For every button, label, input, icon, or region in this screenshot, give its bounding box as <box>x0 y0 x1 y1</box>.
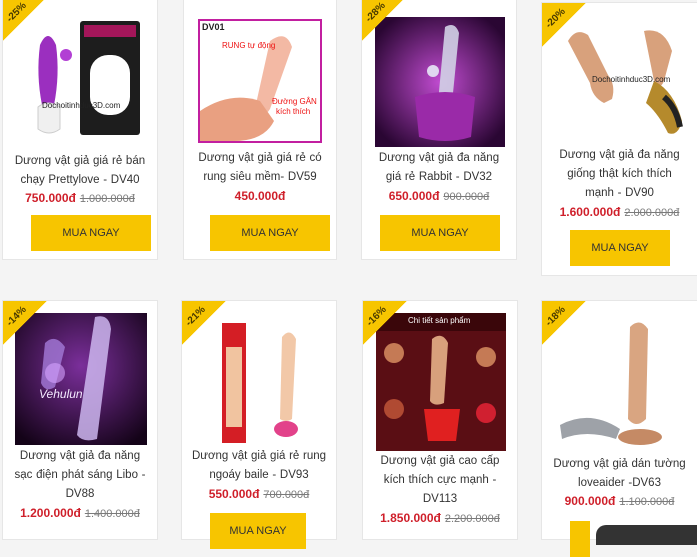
image-caption: RUNG tự động <box>222 41 276 50</box>
buy-now-button[interactable]: MUA NGAY <box>570 230 670 266</box>
image-code: DV01 <box>202 22 225 32</box>
product-title[interactable]: Dương vật giả dán tường loveaider -DV63 <box>550 455 689 493</box>
product-price: 1.600.000đ 2.000.000đ <box>542 205 697 219</box>
old-price: 2.200.000đ <box>444 513 500 525</box>
product-price: 550.000đ 700.000đ <box>182 487 336 501</box>
old-price: 1.000.000đ <box>79 193 135 205</box>
product-title[interactable]: Dương vật giả giá rẻ có rung siêu mềm- D… <box>192 149 328 187</box>
discount-badge: -14% <box>3 301 47 345</box>
current-price: 750.000đ <box>25 191 76 205</box>
product-card[interactable]: -28% Dương vật giả đa năng giá rẻ Rabbit… <box>361 0 517 260</box>
old-price: 1.100.000đ <box>619 496 675 508</box>
product-card[interactable]: -21% Dương vật giả giá rẻ rung ngoáy bai… <box>181 300 337 549</box>
product-title[interactable]: Dương vật giả cao cấp kích thích cực mạn… <box>371 452 509 509</box>
image-watermark: Vehulun <box>39 387 83 401</box>
old-price: 900.000đ <box>443 191 490 203</box>
product-card[interactable]: -18% Dương vật giả dán tường loveaider -… <box>541 300 697 557</box>
current-price: 1.850.000đ <box>380 511 441 525</box>
product-price: 750.000đ 1.000.000đ <box>3 191 157 205</box>
product-card[interactable]: DV01 RUNG tự động Đường GÂN kích thích D… <box>183 0 337 260</box>
product-price: 650.000đ 900.000đ <box>362 189 516 203</box>
product-price: 1.200.000đ 1.400.000đ <box>3 506 157 520</box>
current-price: 650.000đ <box>388 189 440 203</box>
product-card[interactable]: -25% Dochoitinhduc3D.com Dương vật giả g… <box>2 0 158 260</box>
current-price: 1.200.000đ <box>20 506 81 520</box>
discount-badge: -18% <box>542 301 586 345</box>
discount-badge: -25% <box>3 0 47 41</box>
product-price: 1.850.000đ 2.200.000đ <box>363 511 517 525</box>
discount-badge: -28% <box>362 0 406 41</box>
buy-now-button[interactable]: MUA NGAY <box>210 513 306 549</box>
image-watermark: Dochoitinhduc3D.com <box>42 101 121 110</box>
product-price: 450.000đ <box>184 189 336 203</box>
product-title[interactable]: Dương vật giả đa năng sạc điện phát sáng… <box>11 447 149 504</box>
product-title[interactable]: Dương vật giả đa năng giống thật kích th… <box>550 146 689 203</box>
current-price: 550.000đ <box>208 487 260 501</box>
buy-now-button[interactable] <box>570 521 590 557</box>
product-title[interactable]: Dương vật giả đa năng giá rẻ Rabbit - DV… <box>370 149 508 187</box>
current-price: 900.000đ <box>564 494 616 508</box>
product-card[interactable]: -14% Vehulun Dương vật giả đa năng sạc đ… <box>2 300 158 540</box>
product-title[interactable]: Dương vật giả giá rẻ rung ngoáy baile - … <box>190 447 328 485</box>
image-caption: kích thích <box>276 107 311 116</box>
product-card[interactable]: -20% Dochoitinhduc3D.com Dương vật giả đ… <box>541 2 697 276</box>
product-title[interactable]: Dương vật giả giá rẻ bán chạy Prettylove… <box>11 152 149 190</box>
buy-now-button[interactable]: MUA NGAY <box>210 215 330 251</box>
discount-badge: -20% <box>542 3 586 47</box>
current-price: 450.000đ <box>234 189 286 203</box>
old-price: 700.000đ <box>263 489 310 501</box>
image-caption: Đường GÂN <box>272 97 317 106</box>
product-image[interactable]: DV01 RUNG tự động Đường GÂN kích thích <box>198 19 322 143</box>
image-caption: Chi tiết sản phẩm <box>408 316 471 325</box>
buy-now-button[interactable]: MUA NGAY <box>31 215 151 251</box>
current-price: 1.600.000đ <box>559 205 621 219</box>
image-watermark: Dochoitinhduc3D.com <box>592 75 671 84</box>
chat-widget[interactable] <box>596 525 697 545</box>
old-price: 1.400.000đ <box>84 508 140 520</box>
discount-badge: -21% <box>182 301 226 345</box>
product-card[interactable]: -16% Chi tiết sản phẩm Dương vật giả cao… <box>362 300 518 540</box>
buy-now-button[interactable]: MUA NGAY <box>380 215 500 251</box>
discount-badge: -16% <box>363 301 407 345</box>
old-price: 2.000.000đ <box>624 207 680 219</box>
product-price: 900.000đ 1.100.000đ <box>542 494 697 508</box>
